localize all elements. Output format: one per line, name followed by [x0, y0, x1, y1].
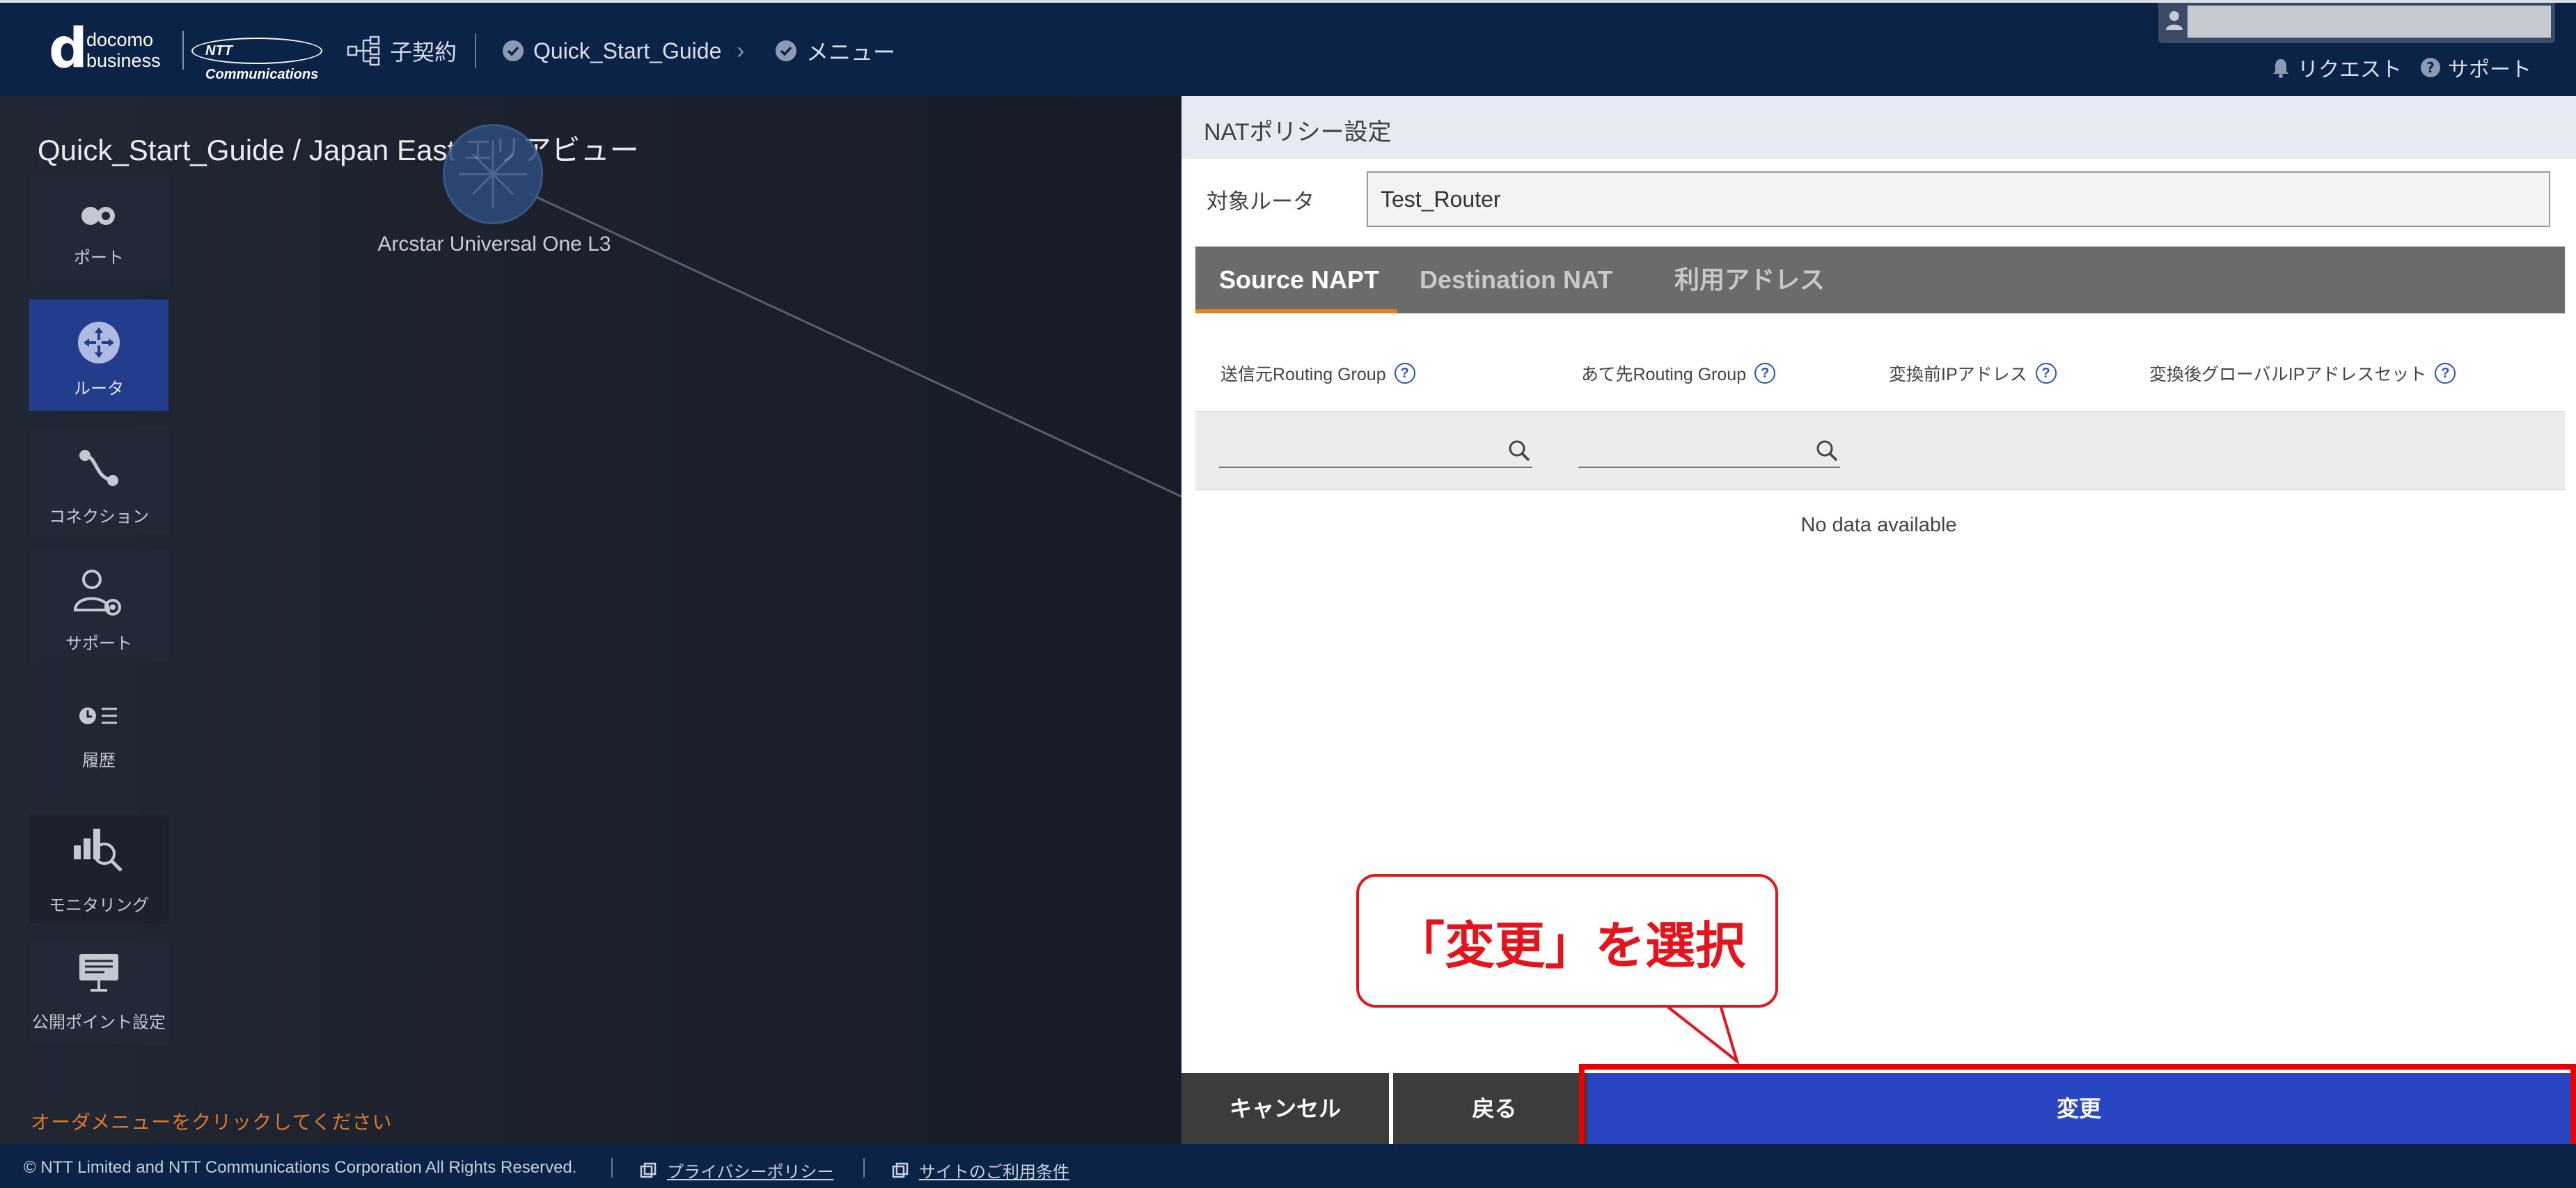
source-routing-group-search-input[interactable]: [1219, 433, 1532, 465]
contract-label: 子契約: [390, 40, 457, 65]
sidebar-label: 履歴: [82, 751, 116, 770]
brand-business: business: [86, 50, 161, 71]
column-header-label: 送信元Routing Group: [1220, 365, 1386, 384]
sidebar-label: サポート: [65, 634, 132, 653]
highlight-frame: [1579, 1064, 2576, 1150]
sidebar-item-public-point[interactable]: 公開ポイント設定: [29, 939, 168, 1045]
user-name-field: [2188, 6, 2551, 38]
help-circle-icon: ?: [2421, 58, 2440, 77]
column-header-pre-ip: 変換前IPアドレス ?: [1889, 361, 2057, 386]
sidebar-item-support[interactable]: サポート: [29, 550, 168, 662]
hierarchy-icon: [347, 36, 380, 66]
copyright-text: © NTT Limited and NTT Communications Cor…: [24, 1158, 577, 1177]
help-icon[interactable]: ?: [1754, 363, 1776, 384]
check-circle-icon: [503, 40, 524, 61]
column-header-dest-routing-group: あて先Routing Group ?: [1581, 361, 1776, 386]
support-icon: [73, 570, 121, 616]
chevron-right-icon: ›: [737, 38, 745, 64]
column-header-post-global-ip-set: 変換後グローバルIPアドレスセット ?: [2149, 361, 2456, 386]
privacy-policy-link[interactable]: プライバシーポリシー: [639, 1158, 834, 1182]
sidebar-label: 公開ポイント設定: [32, 1013, 166, 1032]
back-button[interactable]: 戻る: [1393, 1073, 1596, 1144]
tab-used-address[interactable]: 利用アドレス: [1674, 247, 1825, 313]
footer-divider: [611, 1158, 613, 1178]
logo-divider: [182, 31, 184, 70]
target-router-label: 対象ルータ: [1207, 189, 1314, 214]
instruction-callout: 「変更」を選択: [1356, 874, 1778, 1008]
tab-destination-nat[interactable]: Destination NAT: [1420, 247, 1612, 313]
support-label: サポート: [2448, 58, 2531, 81]
arcstar-node-label: Arcstar Universal One L3: [377, 233, 611, 256]
monitoring-icon: [74, 829, 123, 872]
dest-routing-group-filter[interactable]: [1578, 433, 1840, 468]
help-icon[interactable]: ?: [2035, 363, 2057, 384]
sidebar-label: モニタリング: [49, 896, 149, 915]
top-header: d docomo business NTT Communications 子契約…: [0, 0, 2576, 96]
search-icon: [1816, 440, 1838, 462]
breadcrumb-menu-label: メニュー: [806, 40, 896, 65]
request-link[interactable]: リクエスト: [2271, 53, 2402, 82]
brand-docomo: docomo: [86, 29, 154, 50]
search-icon: [1509, 440, 1530, 462]
column-header-source-routing-group: 送信元Routing Group ?: [1220, 361, 1415, 386]
network-node-icon: [459, 140, 527, 208]
external-link-icon: [892, 1162, 909, 1178]
nat-tabs: Source NAPT Destination NAT 利用アドレス: [1195, 247, 2565, 313]
contract-menu[interactable]: 子契約: [347, 33, 457, 68]
sidebar-item-monitoring[interactable]: モニタリング: [29, 815, 168, 923]
connection-icon: [79, 450, 118, 486]
help-icon[interactable]: ?: [2435, 363, 2456, 384]
terms-of-use-label: サイトのご利用条件: [919, 1163, 1069, 1182]
request-label: リクエスト: [2298, 58, 2402, 81]
router-icon: [78, 322, 120, 364]
sidebar-item-history[interactable]: 履歴: [29, 674, 168, 783]
order-hint-text: オーダメニューをクリックしてください: [31, 1111, 393, 1133]
sidebar-label: ルータ: [74, 380, 124, 398]
panel-header: NATポリシー設定: [1181, 96, 2576, 159]
breadcrumb-guide-label: Quick_Start_Guide: [533, 38, 722, 63]
header-divider: [475, 33, 476, 68]
area-view-canvas[interactable]: Quick_Start_Guide / Japan East エリアビュー Ar…: [0, 96, 1181, 1144]
help-icon[interactable]: ?: [1394, 363, 1415, 384]
arcstar-node[interactable]: [443, 124, 543, 224]
filter-row: [1195, 411, 2565, 490]
public-point-icon: [79, 954, 118, 992]
svg-text:?: ?: [2426, 59, 2435, 76]
column-header-label: 変換後グローバルIPアドレスセット: [2149, 365, 2427, 384]
user-icon: [2166, 11, 2183, 30]
footer: © NTT Limited and NTT Communications Cor…: [0, 1144, 2576, 1188]
breadcrumb-guide[interactable]: Quick_Start_Guide: [501, 33, 721, 68]
target-router-field: Test_Router: [1367, 171, 2550, 227]
port-icon: [81, 207, 115, 225]
no-data-message: No data available: [1800, 514, 1957, 536]
check-circle-icon: [776, 40, 796, 61]
dest-routing-group-search-input[interactable]: [1578, 433, 1840, 465]
tab-source-napt[interactable]: Source NAPT: [1219, 247, 1379, 313]
cancel-button[interactable]: キャンセル: [1181, 1073, 1389, 1144]
sidebar-label: ポート: [74, 249, 124, 267]
ntt-communications-logo: NTT Communications: [191, 38, 322, 82]
breadcrumb-menu[interactable]: メニュー: [774, 33, 895, 68]
sidebar-item-port[interactable]: ポート: [29, 174, 168, 286]
support-link[interactable]: ? サポート: [2420, 53, 2531, 82]
privacy-policy-label: プライバシーポリシー: [667, 1163, 834, 1182]
column-header-label: 変換前IPアドレス: [1889, 365, 2027, 384]
terms-of-use-link[interactable]: サイトのご利用条件: [891, 1158, 1069, 1182]
source-routing-group-filter[interactable]: [1219, 433, 1532, 468]
bell-icon: [2273, 59, 2288, 78]
panel-title: NATポリシー設定: [1204, 119, 1392, 146]
user-account-box[interactable]: [2158, 3, 2555, 43]
sidebar-item-connection[interactable]: コネクション: [29, 426, 168, 535]
sidebar-item-router[interactable]: ルータ: [29, 299, 168, 411]
external-link-icon: [640, 1162, 657, 1178]
footer-divider: [863, 1158, 865, 1178]
column-header-label: あて先Routing Group: [1581, 365, 1747, 384]
sidebar-label: コネクション: [49, 508, 149, 526]
history-icon: [79, 708, 117, 724]
docomo-logo-mark: d: [49, 17, 88, 80]
callout-text: 「変更」を選択: [1394, 916, 1745, 975]
active-tab-indicator: [1195, 309, 1397, 313]
area-title: Quick_Start_Guide / Japan East エリアビュー: [38, 134, 639, 166]
docomo-business-logo[interactable]: docomo business: [86, 29, 161, 71]
